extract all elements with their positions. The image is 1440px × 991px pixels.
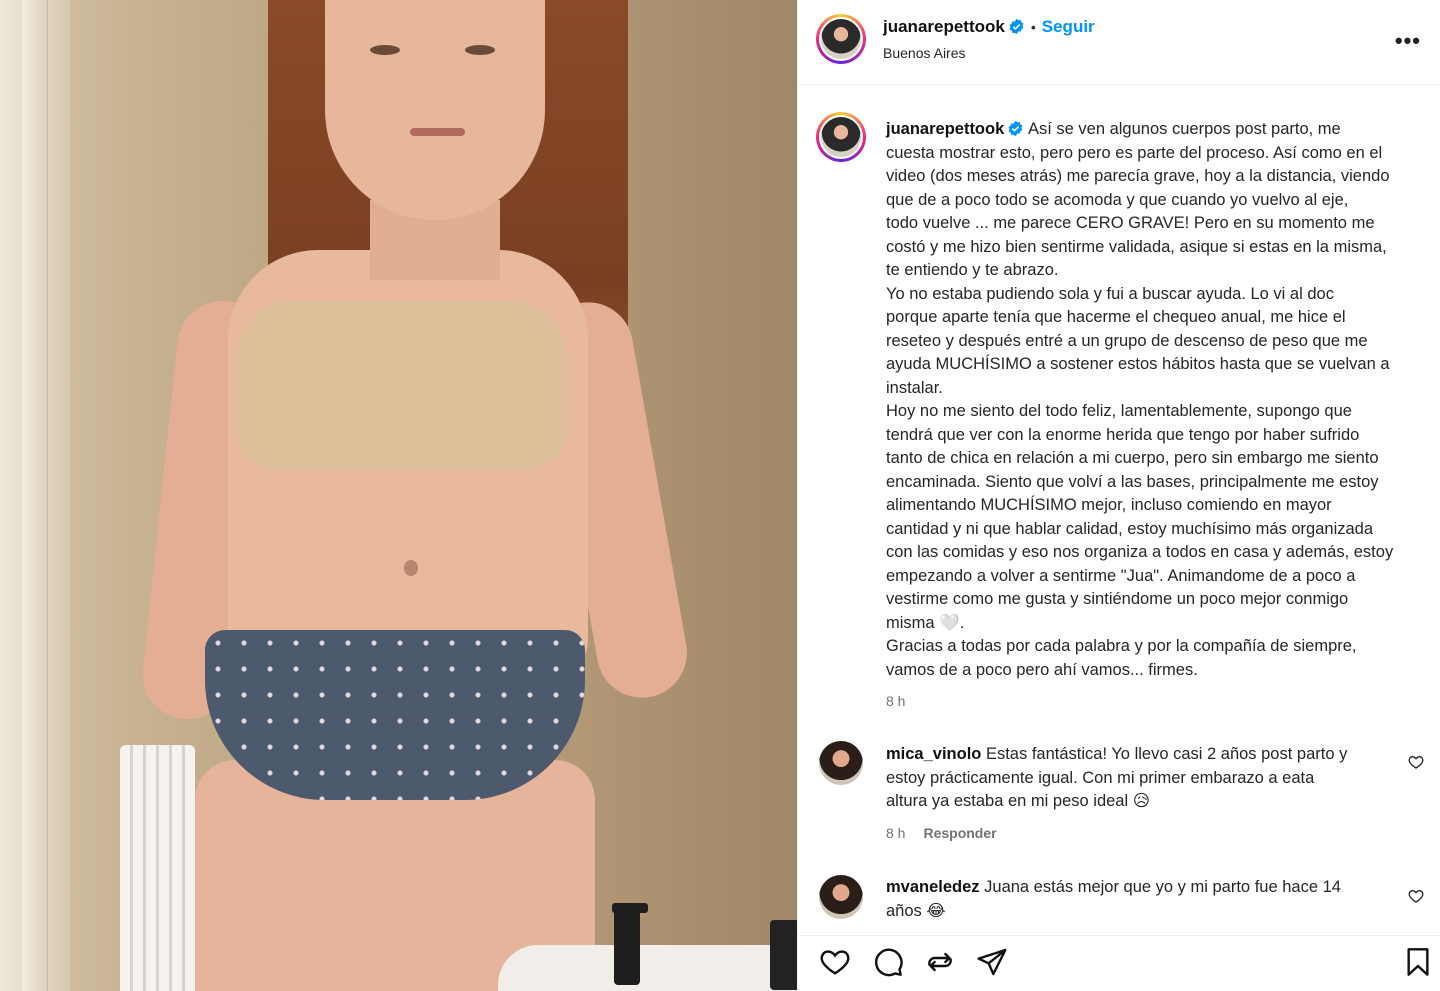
caption-line: vestirme como me gusta y sintiéndome un … <box>886 590 1349 608</box>
caption-line: vamos de a poco pero ahí vamos... firmes… <box>886 660 1198 679</box>
post-caption: juanarepettook Así se ven algunos cuerpo… <box>886 118 1438 714</box>
comment-line: altura ya estaba en mi peso ideal 😥 <box>886 792 1150 810</box>
caption-line: encaminada. Siento que volví a las bases… <box>886 472 1379 491</box>
share-icon[interactable] <box>924 946 956 978</box>
caption-author-avatar[interactable] <box>816 112 866 162</box>
comment-meta: 8 h Responder <box>886 825 1015 841</box>
caption-line: porque aparte tenía que hacerme el chequ… <box>886 308 1346 326</box>
caption-line: Yo no estaba pudiendo sola y fui a busca… <box>886 284 1334 303</box>
action-bar <box>798 935 1440 991</box>
caption-line: tanto de chica en relación a mi cuerpo, … <box>886 449 1379 467</box>
person-face <box>325 0 545 220</box>
comment-text: Juana estás mejor que yo y mi parto fue … <box>984 878 1341 896</box>
comment-item: mica_vinolo Estas fantástica! Yo llevo c… <box>886 743 1406 814</box>
author-avatar[interactable] <box>816 14 866 64</box>
header-title-row: juanarepettook • Seguir <box>883 17 1095 37</box>
caption-line: que de a poco todo se acomoda y que cuan… <box>886 190 1349 209</box>
comment-username[interactable]: mica_vinolo <box>886 745 981 763</box>
caption-line-0: juanarepettook Así se ven algunos cuerpo… <box>886 118 1438 142</box>
post-media[interactable] <box>0 0 797 991</box>
verified-badge-icon <box>1007 120 1024 137</box>
reply-button[interactable]: Responder <box>923 825 996 841</box>
comment-text: Estas fantástica! Yo llevo casi 2 años p… <box>985 745 1348 763</box>
more-options-icon[interactable]: ••• <box>1395 28 1421 54</box>
author-username[interactable]: juanarepettook <box>883 17 1005 36</box>
heart-icon[interactable] <box>819 946 851 978</box>
caption-line: Hoy no me siento del todo feliz, lamenta… <box>886 402 1352 420</box>
comment-item: mvaneledez Juana estás mejor que yo y mi… <box>886 876 1406 923</box>
post-location[interactable]: Buenos Aires <box>883 45 966 61</box>
caption-username[interactable]: juanarepettook <box>886 120 1004 138</box>
door-frame <box>22 0 48 991</box>
comment-line-0: mvaneledez Juana estás mejor que yo y mi… <box>886 876 1406 900</box>
person-top <box>236 300 566 470</box>
eye-left <box>370 45 400 55</box>
comment-line: años 😂 <box>886 901 946 920</box>
caption-line: costó y me hizo bien sentirme validada, … <box>886 237 1387 256</box>
caption-line: video (dos meses atrás) me parecía grave… <box>886 167 1390 185</box>
follow-button[interactable]: Seguir <box>1042 17 1095 36</box>
faucet <box>614 905 640 985</box>
separator-dot: • <box>1030 19 1036 35</box>
comment-username[interactable]: mvaneledez <box>886 878 980 896</box>
comment-line: estoy prácticamente igual. Con mi primer… <box>886 768 1315 787</box>
caption-line: alimentando MUCHÍSIMO mejor, incluso com… <box>886 496 1332 514</box>
caption-line: instalar. <box>886 378 943 397</box>
commenter-avatar[interactable] <box>819 875 863 919</box>
comment-line-0: mica_vinolo Estas fantástica! Yo llevo c… <box>886 743 1406 767</box>
caption-line: cuesta mostrar esto, pero pero es parte … <box>886 143 1383 162</box>
person-mouth <box>410 128 465 136</box>
radiator <box>120 745 195 991</box>
send-icon[interactable] <box>976 946 1008 978</box>
person-briefs <box>205 630 585 800</box>
eye-right <box>465 45 495 55</box>
paper-holder <box>770 920 797 990</box>
comment-like-heart-icon[interactable] <box>1408 754 1424 770</box>
post-header: juanarepettook • Seguir Buenos Aires ••• <box>798 0 1440 85</box>
comment-icon[interactable] <box>872 946 904 978</box>
comment-timestamp[interactable]: 8 h <box>886 825 905 841</box>
caption-line: Gracias a todas por cada palabra y por l… <box>886 637 1357 655</box>
caption-text: Así se ven algunos cuerpos post parto, m… <box>1027 120 1341 138</box>
caption-line: tendrá que ver con la enorme herida que … <box>886 425 1360 444</box>
person-navel <box>404 560 418 576</box>
sink <box>498 945 797 991</box>
commenter-avatar[interactable] <box>819 741 863 785</box>
caption-line: misma 🤍. <box>886 613 965 632</box>
caption-line: reseteo y después entré a un grupo de de… <box>886 331 1368 350</box>
caption-timestamp[interactable]: 8 h <box>886 690 1438 714</box>
caption-line: te entiendo y te abrazo. <box>886 261 1059 279</box>
caption-line: todo vuelve ... me parece CERO GRAVE! Pe… <box>886 214 1375 232</box>
bookmark-icon[interactable] <box>1402 946 1434 978</box>
caption-line: ayuda MUCHÍSIMO a sostener estos hábitos… <box>886 355 1390 373</box>
caption-line: cantidad y ni que hablar calidad, estoy … <box>886 519 1374 538</box>
comment-like-heart-icon[interactable] <box>1408 888 1424 904</box>
caption-line: empezando a volver a sentirme "Jua". Ani… <box>886 566 1356 585</box>
verified-badge-icon <box>1008 18 1025 35</box>
caption-line: con las comidas y eso nos organiza a tod… <box>886 543 1394 561</box>
post-panel: juanarepettook • Seguir Buenos Aires ••• j… <box>797 0 1440 991</box>
